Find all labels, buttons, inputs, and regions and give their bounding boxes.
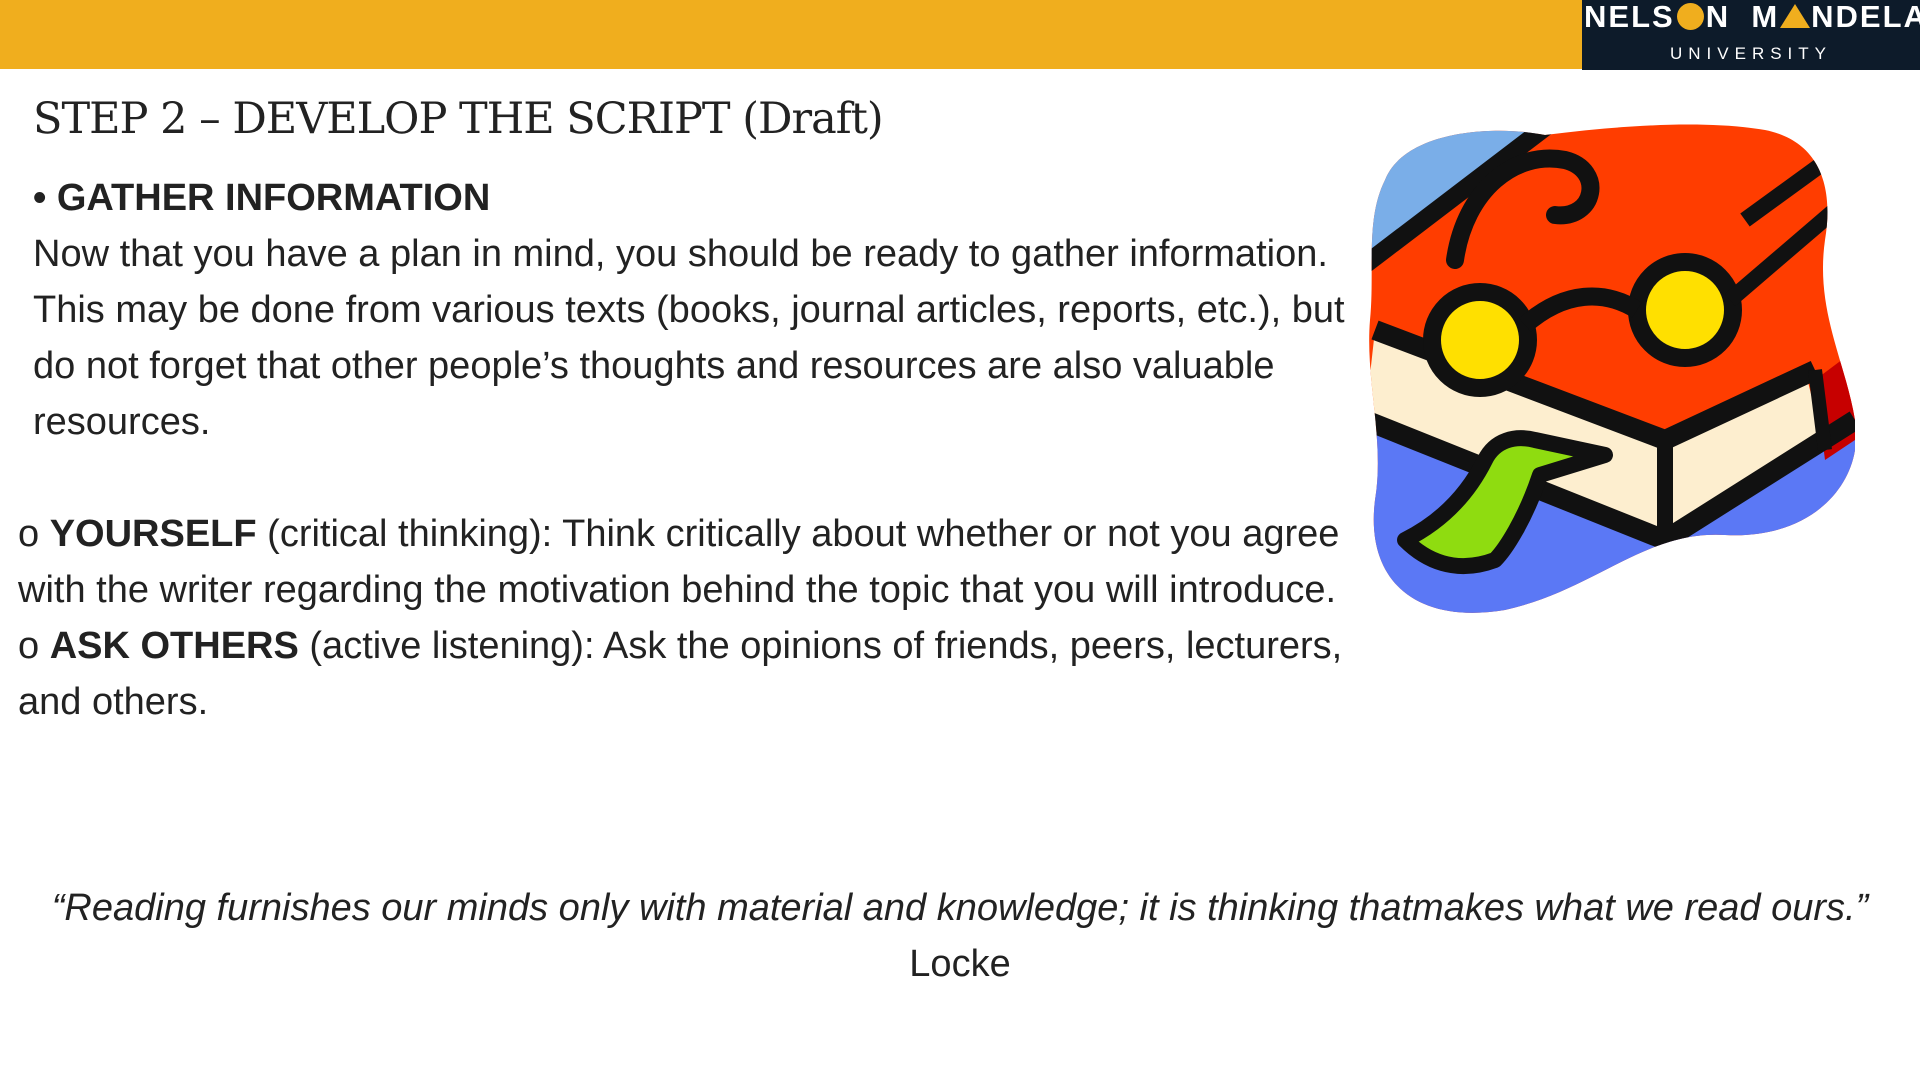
gather-information-section: • GATHER INFORMATION Now that you have a…	[33, 170, 1363, 450]
header-bar	[0, 0, 1582, 69]
point-label: ASK OTHERS	[49, 625, 299, 667]
section-heading: • GATHER INFORMATION	[33, 177, 491, 219]
logo-mountain-icon	[1780, 4, 1811, 28]
logo-subtitle: UNIVERSITY	[1669, 44, 1833, 63]
logo-wordmark: NELS N M NDELA	[1584, 0, 1920, 34]
point-ask-others: o ASK OTHERS (active listening): Ask the…	[18, 618, 1358, 730]
point-bullet: o	[18, 625, 50, 667]
points-list: o YOURSELF (critical thinking): Think cr…	[18, 506, 1358, 730]
point-label: YOURSELF	[49, 513, 257, 555]
university-logo: NELS N M NDELA UNIVERSITY	[1582, 0, 1920, 70]
slide-title: STEP 2 – DEVELOP THE SCRIPT (Draft)	[33, 94, 884, 144]
section-paragraph: Now that you have a plan in mind, you sh…	[33, 233, 1345, 443]
quote-block: “Reading furnishes our minds only with m…	[0, 880, 1920, 992]
point-yourself: o YOURSELF (critical thinking): Think cr…	[18, 506, 1358, 618]
logo-sun-icon	[1676, 3, 1704, 30]
point-bullet: o	[18, 513, 50, 555]
quote-author: Locke	[909, 943, 1011, 985]
slide: NELS N M NDELA UNIVERSITY STEP 2 – DEVELOP…	[0, 0, 1920, 1080]
quote-text: “Reading furnishes our minds only with m…	[51, 887, 1869, 929]
reading-book-with-glasses-icon	[1369, 124, 1855, 613]
